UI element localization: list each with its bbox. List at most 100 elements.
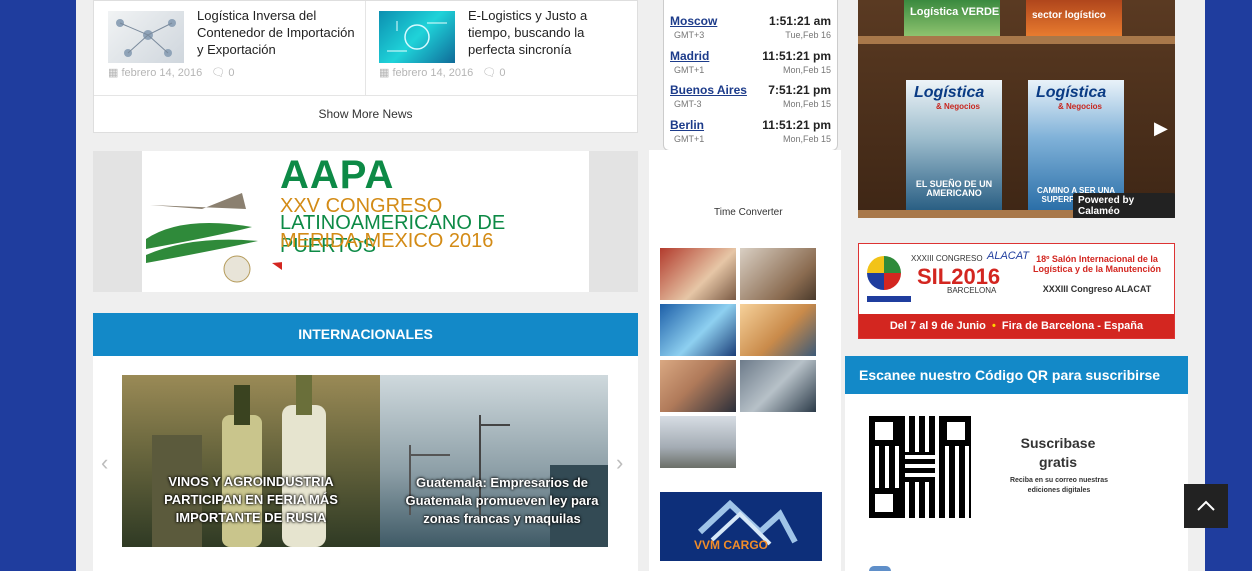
clock-row-moscow: Moscow GMT+3 1:51:21 am Tue,Feb 16	[670, 14, 831, 46]
slider-prev-icon[interactable]: ‹	[101, 450, 108, 476]
clock-gmt: GMT+3	[674, 30, 705, 40]
page-content: Logística Inversa del Contenedor de Impo…	[76, 0, 1228, 571]
clock-time: 11:51:21 pm	[762, 49, 831, 63]
news-date: febrero 14, 2016	[392, 67, 474, 79]
magazine-top-left[interactable]: Logística VERDE	[904, 0, 1000, 36]
news-divider	[365, 1, 366, 95]
aapa-banner-area: AAPA XXV CONGRESO LATINOAMERICANO DE PUE…	[93, 151, 638, 292]
clock-date: Mon,Feb 15	[782, 99, 831, 109]
qr-code-icon[interactable]	[869, 416, 971, 518]
news-title[interactable]: E-Logistics y Justo a tiempo, buscando l…	[468, 7, 628, 58]
clock-time: 1:51:21 am	[768, 14, 831, 28]
vvm-ad-text: VVM CARGO	[694, 538, 769, 552]
clock-city[interactable]: Madrid	[670, 49, 709, 63]
world-clock-widget: Moscow GMT+3 1:51:21 am Tue,Feb 16 Madri…	[663, 0, 838, 151]
sil-bullet: •	[988, 320, 999, 332]
magazine-title: Logística	[914, 84, 985, 101]
clock-date: Mon,Feb 15	[782, 134, 831, 144]
magazine-top-left-title: Logística VERDE	[910, 6, 1000, 18]
slide-wine[interactable]: VINOS Y AGROINDUSTRIA PARTICIPAN EN FERI…	[122, 375, 380, 547]
gallery-thumb[interactable]	[660, 304, 736, 356]
slide-caption[interactable]: Guatemala: Empresarios de Guatemala prom…	[402, 474, 602, 528]
clock-date: Mon,Feb 15	[782, 65, 831, 75]
sil-flag-stripe	[867, 296, 911, 302]
show-more-divider	[94, 95, 637, 96]
comment-count: 0	[499, 67, 506, 79]
magazine-headline: EL SUEÑO DE UN AMERICANO	[915, 179, 993, 198]
sil-venue: Fira de Barcelona - España	[1001, 320, 1144, 332]
sil-banner[interactable]: XXXIII CONGRESO ALACAT SIL2016 BARCELONA…	[858, 243, 1175, 339]
scroll-to-top-button[interactable]	[1184, 484, 1228, 528]
qr-subtitle: Reciba en su correo nuestras ediciones d…	[1009, 477, 1109, 494]
gallery-thumb[interactable]	[740, 248, 816, 300]
slide-caption[interactable]: VINOS Y AGROINDUSTRIA PARTICIPAN EN FERI…	[142, 473, 360, 527]
comment-icon: 🗨	[482, 67, 497, 79]
aapa-acronym: AAPA	[280, 153, 395, 197]
aapa-banner[interactable]: AAPA XXV CONGRESO LATINOAMERICANO DE PUE…	[142, 151, 589, 292]
qr-finder-icon	[941, 416, 971, 446]
network-diagram-icon	[116, 19, 176, 57]
gallery-thumb[interactable]	[660, 248, 736, 300]
internacionales-slider: ‹ › VINOS Y AGROINDUSTRIA PARTICIPAN EN …	[93, 356, 638, 571]
news-thumbnail[interactable]	[379, 11, 455, 63]
vvm-cargo-ad[interactable]: VVM CARGO	[660, 492, 822, 561]
gallery-grid	[660, 248, 820, 468]
clock-gmt: GMT+1	[674, 65, 705, 75]
clock-time: 11:51:21 pm	[762, 118, 831, 132]
calameo-bookshelf[interactable]: Logística VERDE sector logístico Logísti…	[858, 0, 1175, 218]
qr-finder-icon	[869, 416, 899, 446]
internacionales-header: INTERNACIONALES	[93, 313, 638, 356]
chevron-up-icon	[1197, 500, 1215, 511]
gallery-thumb[interactable]	[740, 360, 816, 412]
calendar-icon: ▦	[379, 67, 390, 79]
magazine-top-right-title: sector logístico	[1032, 10, 1106, 21]
magazine-title: Logística	[1036, 84, 1107, 101]
clock-gmt: GMT+1	[674, 134, 705, 144]
news-thumbnail[interactable]	[108, 11, 184, 63]
gallery-thumb[interactable]	[660, 416, 736, 468]
show-more-button[interactable]: Show More News	[94, 107, 637, 121]
clock-date: Tue,Feb 16	[785, 30, 831, 40]
sil-congreso-label: XXXIII CONGRESO	[911, 254, 983, 263]
gallery-thumb[interactable]	[740, 304, 816, 356]
magazine-subtitle: & Negocios	[936, 102, 981, 111]
clock-city[interactable]: Buenos Aires	[670, 83, 747, 97]
magazine-cover-2[interactable]: Logística & Negocios CAMINO A SER UNA SU…	[1028, 80, 1124, 210]
sil-date-bar: Del 7 al 9 de Junio • Fira de Barcelona …	[859, 314, 1174, 338]
slide-guatemala[interactable]: Guatemala: Empresarios de Guatemala prom…	[380, 375, 608, 547]
qr-pattern	[905, 452, 935, 482]
news-card: Logística Inversa del Contenedor de Impo…	[93, 0, 638, 133]
comment-count: 0	[228, 67, 235, 79]
avatar	[869, 566, 891, 571]
news-date: febrero 14, 2016	[121, 67, 203, 79]
time-converter-link[interactable]: Time Converter	[714, 207, 783, 218]
magazine-top-right[interactable]: sector logístico	[1026, 0, 1122, 36]
technology-icon	[387, 21, 447, 52]
qr-section-header: Escanee nuestro Código QR para suscribir…	[845, 356, 1188, 394]
calameo-powered[interactable]: Powered by Calaméo	[1073, 193, 1175, 218]
news-title[interactable]: Logística Inversa del Contenedor de Impo…	[197, 7, 357, 58]
clock-row-buenos-aires: Buenos Aires GMT-3 7:51:21 pm Mon,Feb 15	[670, 83, 831, 115]
aapa-line3: MERIDA-MEXICO 2016	[280, 230, 494, 252]
magazine-cover-1[interactable]: Logística & Negocios EL SUEÑO DE UN AMER…	[906, 80, 1002, 210]
qr-section-body: Suscribase gratis Reciba en su correo nu…	[845, 394, 1188, 571]
sil-salon: 18º Salón Internacional de la Logística …	[1032, 254, 1162, 274]
clock-row-berlin: Berlin GMT+1 11:51:21 pm Mon,Feb 15	[670, 118, 831, 150]
qr-finder-icon	[869, 488, 899, 518]
sil-dates: Del 7 al 9 de Junio	[889, 320, 986, 332]
clock-gmt: GMT-3	[674, 99, 702, 109]
shelf-next-icon[interactable]: ▶	[1154, 118, 1168, 139]
comment-icon: 🗨	[211, 67, 226, 79]
slider-next-icon[interactable]: ›	[616, 450, 623, 476]
clock-city[interactable]: Moscow	[670, 14, 717, 28]
sil-globe-icon	[867, 256, 901, 290]
clock-city[interactable]: Berlin	[670, 118, 704, 132]
ship-logo-icon	[146, 193, 282, 283]
shelf-board	[858, 36, 1175, 44]
calendar-icon: ▦	[108, 67, 119, 79]
clock-row-madrid: Madrid GMT+1 11:51:21 pm Mon,Feb 15	[670, 49, 831, 81]
clock-time: 7:51:21 pm	[768, 83, 831, 97]
news-meta: ▦ febrero 14, 2016 🗨 0	[379, 66, 506, 79]
sil-city: BARCELONA	[947, 286, 997, 295]
gallery-thumb[interactable]	[660, 360, 736, 412]
